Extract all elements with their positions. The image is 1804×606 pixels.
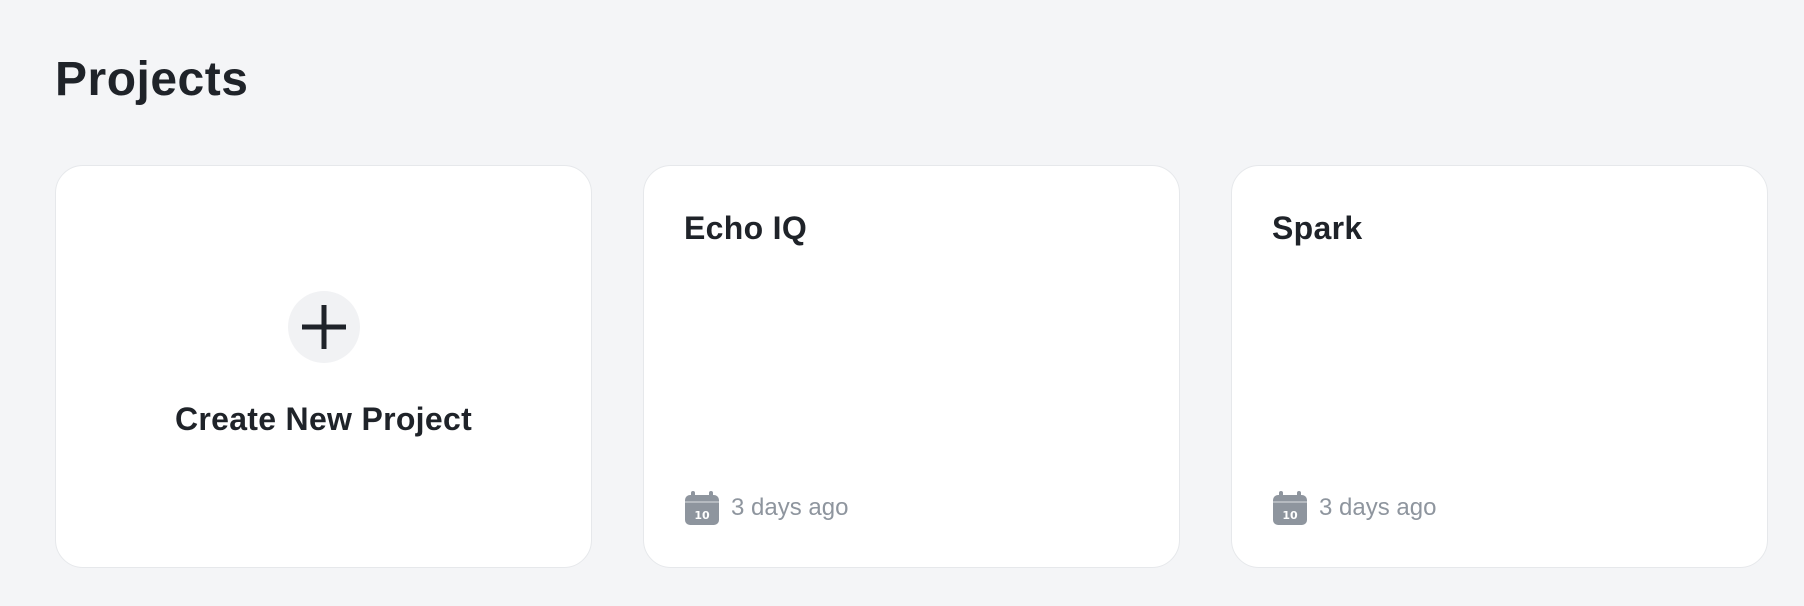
plus-icon [287,291,360,363]
project-meta: 10 3 days ago [1273,491,1436,525]
project-name: Echo IQ [684,210,808,246]
projects-page: Projects Create New Project Echo IQ 10 3… [0,0,1804,606]
project-meta: 10 3 days ago [685,491,848,525]
project-card-echo-iq[interactable]: Echo IQ 10 3 days ago [643,165,1180,568]
calendar-icon: 10 [685,491,719,525]
project-cards: Create New Project Echo IQ 10 3 days ago [55,165,1768,568]
project-updated: 3 days ago [731,494,849,521]
create-project-label: Create New Project [174,401,473,437]
calendar-icon: 10 [1273,491,1307,525]
project-card-spark[interactable]: Spark 10 3 days ago [1231,165,1768,568]
svg-text:10: 10 [694,509,710,522]
project-updated: 3 days ago [1319,494,1437,521]
svg-text:10: 10 [1282,509,1298,522]
create-project-card[interactable]: Create New Project [55,165,592,568]
project-name: Spark [1272,210,1363,246]
page-title: Projects [55,53,249,106]
